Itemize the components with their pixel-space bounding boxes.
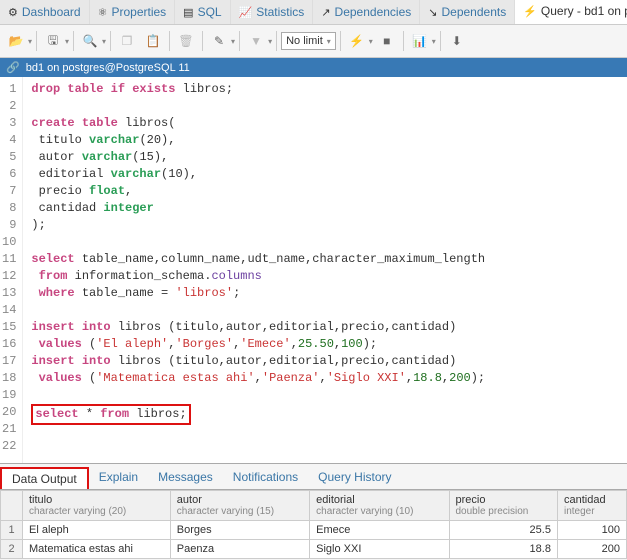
- separator: [276, 31, 277, 51]
- separator: [239, 31, 240, 51]
- column-titulo[interactable]: titulocharacter varying (20): [23, 491, 171, 521]
- result-grid[interactable]: titulocharacter varying (20)autorcharact…: [0, 490, 627, 559]
- connection-label: bd1 on postgres@PostgreSQL 11: [26, 62, 190, 74]
- toolbar: 📂▾ 🖫▾ 🔍▾ ❐ 📋 🗑 ✎▾ ▼▾ No limit▾ ⚡▾ ■ 📊▾ ⬇: [0, 25, 627, 58]
- explain-icon[interactable]: 📊: [408, 29, 432, 53]
- separator: [440, 31, 441, 51]
- separator: [340, 31, 341, 51]
- output-tabs: Data OutputExplainMessagesNotificationsQ…: [0, 464, 627, 490]
- column-cantidad[interactable]: cantidadinteger: [557, 491, 626, 521]
- separator: [169, 31, 170, 51]
- connection-bar[interactable]: 🔗 bd1 on postgres@PostgreSQL 11: [0, 58, 627, 77]
- tab-dependents[interactable]: ↘ Dependents: [420, 0, 515, 24]
- cell[interactable]: 100: [557, 521, 626, 540]
- highlighted-query: select * from libros;: [31, 404, 190, 425]
- line-gutter: 12345678910111213141516171819202122: [0, 77, 23, 463]
- execute-icon[interactable]: ⚡: [345, 29, 369, 53]
- cell[interactable]: Emece: [310, 521, 449, 540]
- search-icon[interactable]: 🔍: [78, 29, 102, 53]
- top-tabs: ⚙ Dashboard ⚛Properties ▤ SQL 📈Statistics ↗ Dep…: [0, 0, 627, 25]
- output-tab-data-output[interactable]: Data Output: [0, 467, 89, 489]
- paste-icon[interactable]: 📋: [141, 29, 165, 53]
- tab-icon: ⚛: [98, 6, 108, 19]
- tab-icon: ↘: [428, 6, 437, 19]
- cell[interactable]: Paenza: [170, 540, 309, 559]
- tab-label: Dependencies: [335, 5, 412, 19]
- output-tab-notifications[interactable]: Notifications: [223, 467, 308, 489]
- cell[interactable]: Matematica estas ahi: [23, 540, 171, 559]
- caret-icon[interactable]: ▾: [369, 37, 373, 46]
- save-icon[interactable]: 🖫: [41, 29, 65, 53]
- separator: [73, 31, 74, 51]
- separator: [403, 31, 404, 51]
- column-autor[interactable]: autorcharacter varying (15): [170, 491, 309, 521]
- copy-icon[interactable]: ❐: [115, 29, 139, 53]
- column-precio[interactable]: preciodouble precision: [449, 491, 557, 521]
- delete-icon[interactable]: 🗑: [174, 29, 198, 53]
- tab-dependencies[interactable]: ↗ Dependencies: [313, 0, 420, 24]
- tab-label: Dependents: [441, 5, 506, 19]
- tab-label: Query - bd1 on postgres@Postg: [541, 4, 627, 18]
- tab-dashboard[interactable]: ⚙ Dashboard: [0, 0, 90, 24]
- caret-icon[interactable]: ▾: [102, 37, 106, 46]
- separator: [110, 31, 111, 51]
- cell[interactable]: El aleph: [23, 521, 171, 540]
- table-row[interactable]: 1El alephBorgesEmece25.5100: [1, 521, 627, 540]
- caret-icon[interactable]: ▾: [65, 37, 69, 46]
- open-icon[interactable]: 📂: [4, 29, 28, 53]
- tab-icon: ⚙: [8, 6, 18, 19]
- tab-sql[interactable]: ▤ SQL: [175, 0, 230, 24]
- tab-icon: ↗: [321, 6, 330, 19]
- column-editorial[interactable]: editorialcharacter varying (10): [310, 491, 449, 521]
- row-number[interactable]: 1: [1, 521, 23, 540]
- tab-properties[interactable]: ⚛Properties: [90, 0, 176, 24]
- limit-dropdown[interactable]: No limit▾: [281, 32, 336, 50]
- caret-icon[interactable]: ▾: [28, 37, 32, 46]
- code-area[interactable]: drop table if exists libros; create tabl…: [23, 77, 627, 463]
- cell[interactable]: Siglo XXI: [310, 540, 449, 559]
- tab-label: Properties: [111, 5, 166, 19]
- cell[interactable]: Borges: [170, 521, 309, 540]
- sql-editor[interactable]: 12345678910111213141516171819202122 drop…: [0, 77, 627, 463]
- output-tab-messages[interactable]: Messages: [148, 467, 223, 489]
- row-corner: [1, 491, 23, 521]
- output-tab-query-history[interactable]: Query History: [308, 467, 401, 489]
- cell[interactable]: 200: [557, 540, 626, 559]
- row-number[interactable]: 2: [1, 540, 23, 559]
- tab-label: Dashboard: [22, 5, 81, 19]
- separator: [36, 31, 37, 51]
- output-tab-explain[interactable]: Explain: [89, 467, 148, 489]
- caret-icon[interactable]: ▾: [268, 37, 272, 46]
- download-icon[interactable]: ⬇: [445, 29, 469, 53]
- stop-icon[interactable]: ■: [375, 29, 399, 53]
- caret-icon[interactable]: ▾: [231, 37, 235, 46]
- table-row[interactable]: 2Matematica estas ahiPaenzaSiglo XXI18.8…: [1, 540, 627, 559]
- separator: [202, 31, 203, 51]
- tab-icon: ▤: [183, 6, 193, 19]
- tab-icon: ⚡: [523, 5, 537, 18]
- filter-icon[interactable]: ▼: [244, 29, 268, 53]
- tab-icon: 📈: [239, 6, 253, 19]
- edit-icon[interactable]: ✎: [207, 29, 231, 53]
- output-pane: Data OutputExplainMessagesNotificationsQ…: [0, 463, 627, 559]
- cell[interactable]: 25.5: [449, 521, 557, 540]
- tab-label: Statistics: [256, 5, 304, 19]
- cell[interactable]: 18.8: [449, 540, 557, 559]
- tab-statistics[interactable]: 📈Statistics: [231, 0, 314, 24]
- link-icon: 🔗: [6, 61, 20, 74]
- tab-query[interactable]: ⚡ Query - bd1 on postgres@Postg: [515, 0, 627, 24]
- caret-icon[interactable]: ▾: [432, 37, 436, 46]
- tab-label: SQL: [198, 5, 222, 19]
